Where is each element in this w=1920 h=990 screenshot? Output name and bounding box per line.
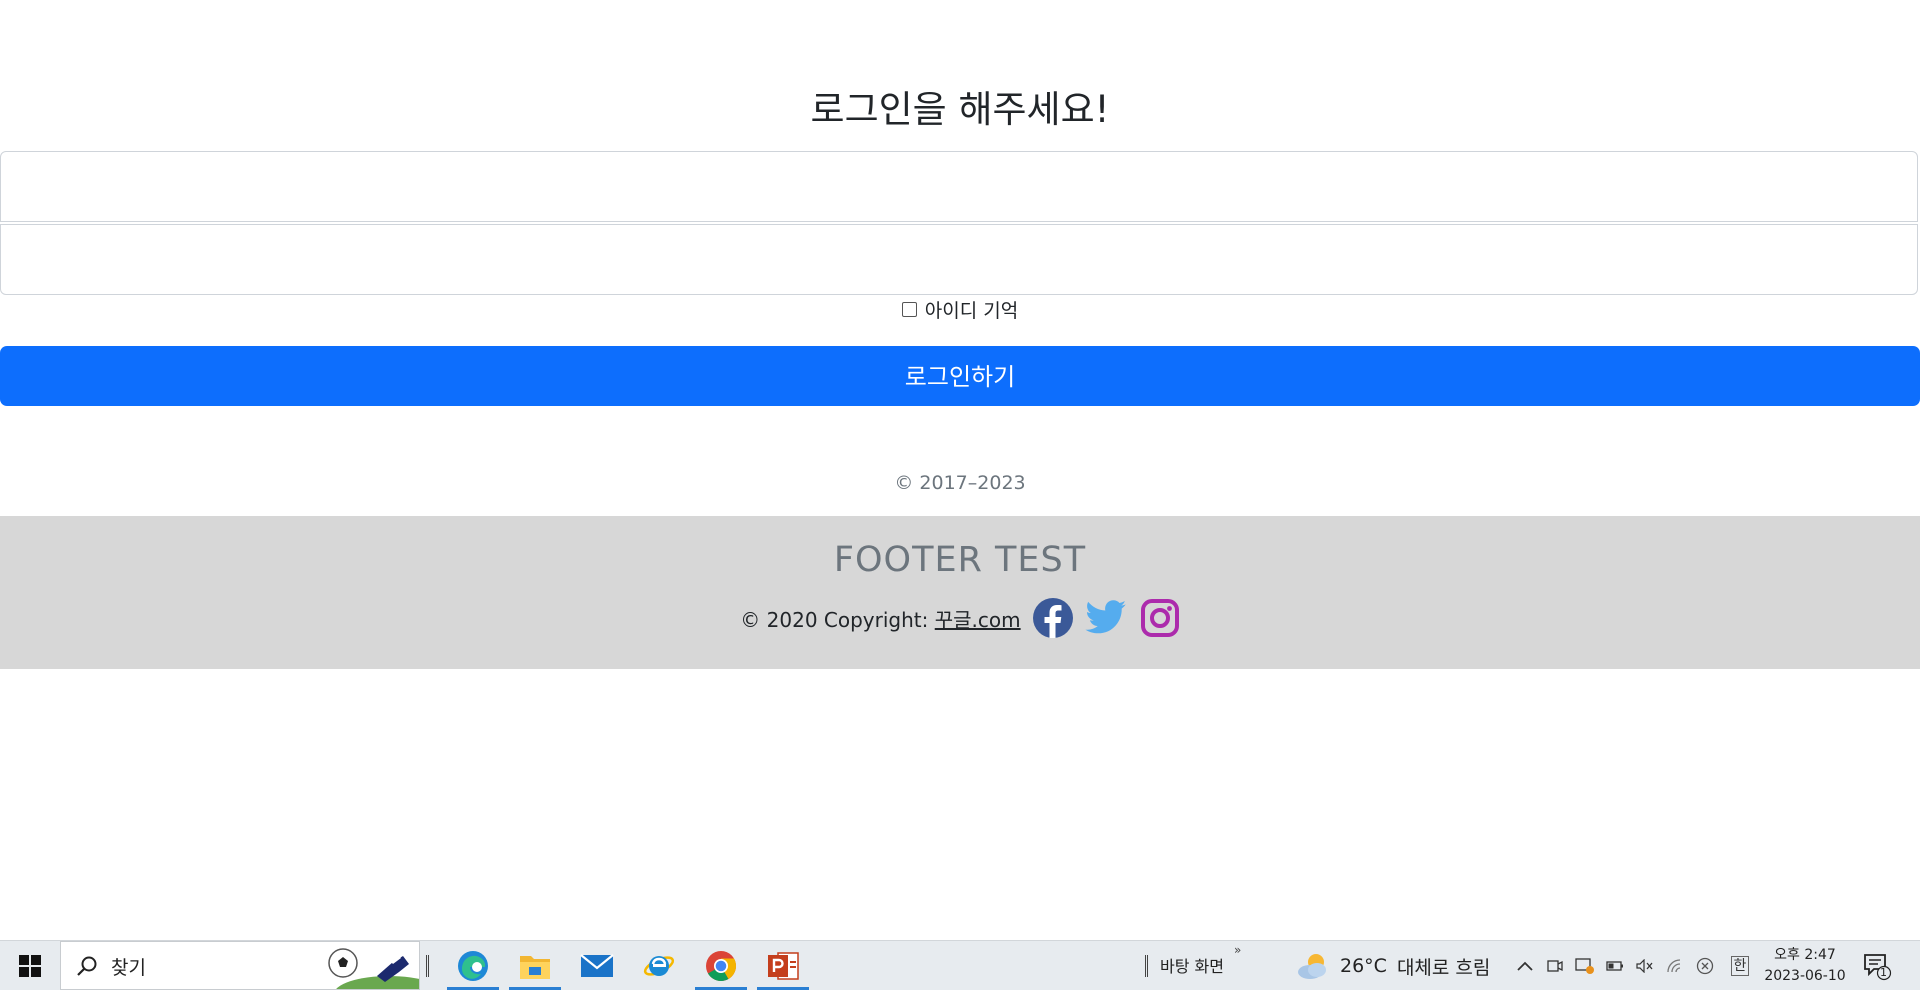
taskbar-search[interactable]: 찾기 bbox=[60, 941, 420, 990]
taskbar: 찾기 바탕 화면 » 26°C 대체로 흐림 한 오후 2:47 2023-06… bbox=[0, 940, 1920, 990]
twitter-icon[interactable] bbox=[1085, 599, 1127, 636]
internet-explorer-app[interactable] bbox=[629, 941, 689, 990]
weather-widget[interactable]: 26°C 대체로 흐림 bbox=[1296, 947, 1490, 985]
system-tray: 한 bbox=[1510, 941, 1760, 990]
file-explorer-app[interactable] bbox=[505, 941, 565, 990]
powerpoint-app[interactable] bbox=[753, 941, 813, 990]
ime-label: 한 bbox=[1730, 956, 1750, 976]
remember-id-checkbox[interactable] bbox=[901, 302, 917, 317]
notification-icon bbox=[1864, 954, 1892, 981]
footer-copyright-text: © 2020 Copyright: bbox=[740, 608, 935, 632]
instagram-icon[interactable] bbox=[1140, 598, 1180, 638]
edge-app[interactable] bbox=[443, 941, 503, 990]
taskbar-clock[interactable]: 오후 2:47 2023-06-10 bbox=[1760, 945, 1850, 987]
page: 로그인을 해주세요! 아이디 기억 로그인하기 © 2017–2023 FOOT… bbox=[0, 0, 1920, 990]
windows-icon bbox=[19, 955, 41, 977]
page-title: 로그인을 해주세요! bbox=[810, 88, 1110, 131]
remember-id-label[interactable]: 아이디 기억 bbox=[925, 300, 1018, 322]
file-explorer-icon bbox=[520, 956, 550, 979]
login-button[interactable]: 로그인하기 bbox=[0, 346, 1920, 406]
desktop-toolbar-chevron[interactable]: » bbox=[1234, 943, 1241, 957]
no-connection-icon[interactable] bbox=[1690, 941, 1720, 990]
notification-count: 1 bbox=[1880, 966, 1887, 979]
battery-icon[interactable] bbox=[1600, 941, 1630, 990]
search-icon bbox=[77, 956, 97, 976]
mail-app[interactable] bbox=[567, 941, 627, 990]
start-button[interactable] bbox=[0, 941, 60, 990]
network-icon[interactable] bbox=[1660, 941, 1690, 990]
ime-indicator[interactable]: 한 bbox=[1720, 941, 1760, 990]
footer-link[interactable]: 꾸글.com bbox=[935, 608, 1021, 632]
search-placeholder: 찾기 bbox=[111, 957, 146, 979]
footer-title: FOOTER TEST bbox=[833, 540, 1087, 580]
taskbar-divider bbox=[426, 955, 429, 977]
tray-overflow-chevron-up-icon[interactable] bbox=[1510, 941, 1540, 990]
taskbar-divider-toolbar bbox=[1145, 955, 1148, 977]
weather-desc: 대체로 흐림 bbox=[1396, 956, 1491, 979]
action-center-button[interactable]: 1 bbox=[1862, 951, 1892, 985]
clock-date: 2023-06-10 bbox=[1764, 968, 1846, 984]
remember-id: 아이디 기억 bbox=[0, 298, 1920, 324]
partly-cloudy-icon bbox=[1298, 954, 1326, 979]
security-alert-icon[interactable] bbox=[1570, 941, 1600, 990]
edge-icon bbox=[458, 951, 488, 981]
mail-icon bbox=[580, 954, 614, 977]
search-highlight-soccer-icon bbox=[328, 948, 419, 989]
internet-explorer-icon bbox=[643, 956, 675, 976]
footer-copyright: © 2020 Copyright: 꾸글.com bbox=[0, 597, 1920, 642]
desktop-toolbar-label[interactable]: 바탕 화면 bbox=[1160, 953, 1224, 977]
powerpoint-icon bbox=[768, 952, 799, 980]
chrome-icon bbox=[706, 951, 736, 982]
facebook-icon[interactable] bbox=[1032, 597, 1073, 638]
volume-muted-icon[interactable] bbox=[1630, 941, 1660, 990]
weather-temp: 26°C bbox=[1340, 955, 1387, 977]
chrome-app[interactable] bbox=[691, 941, 751, 990]
id-input[interactable] bbox=[0, 151, 1918, 222]
clock-time: 오후 2:47 bbox=[1774, 947, 1836, 963]
signin-copyright: © 2017–2023 bbox=[894, 472, 1026, 494]
password-input[interactable] bbox=[0, 224, 1918, 295]
meet-now-icon[interactable] bbox=[1540, 941, 1570, 990]
footer: FOOTER TEST © 2020 Copyright: 꾸글.com bbox=[0, 516, 1920, 669]
